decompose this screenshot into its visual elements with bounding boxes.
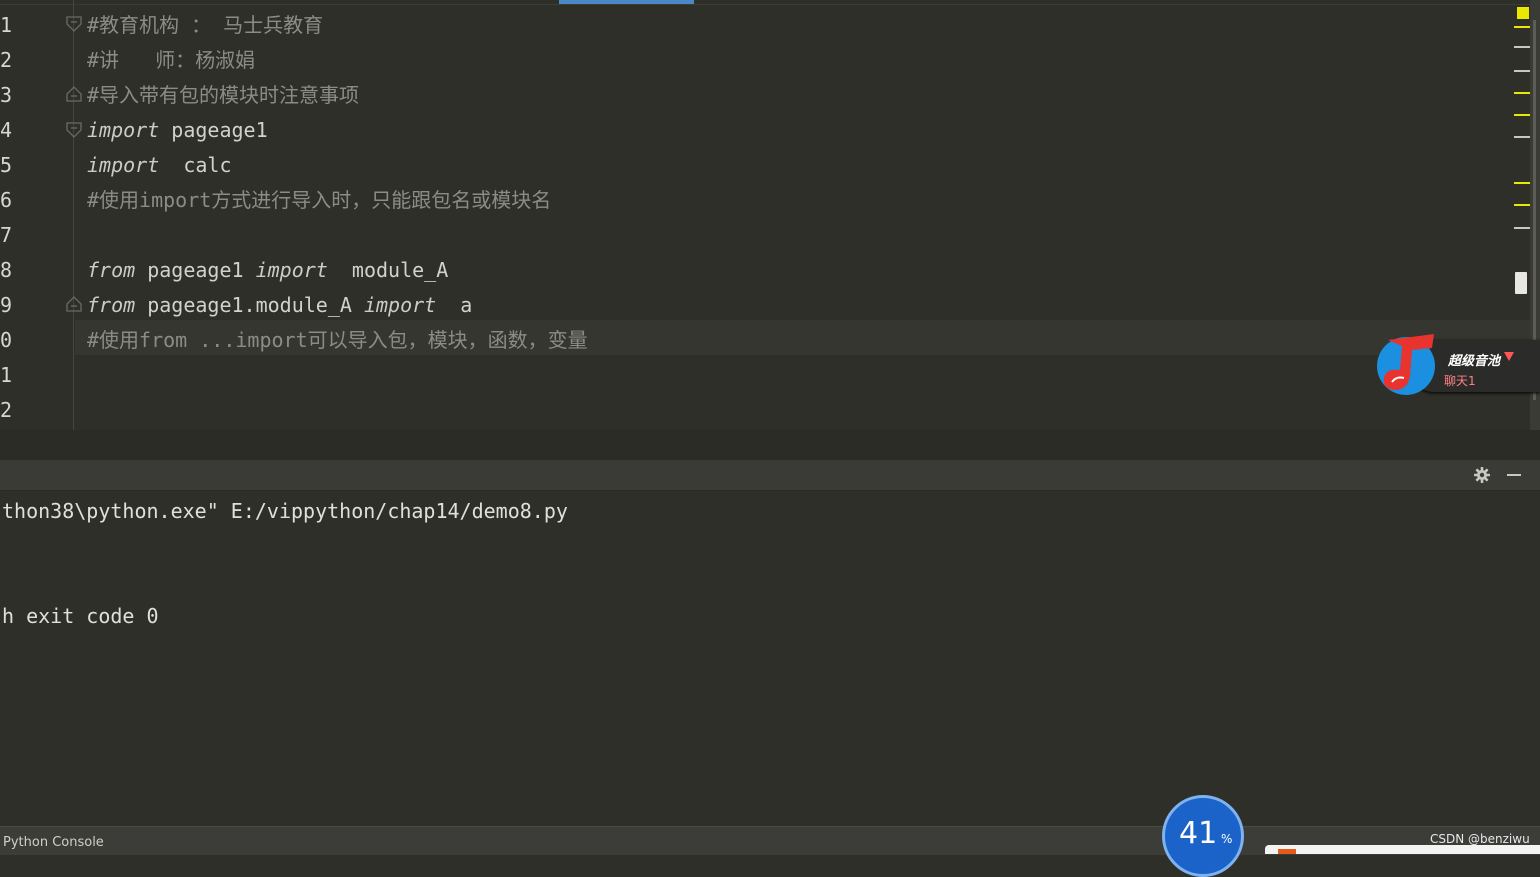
code-line[interactable]: import pageage1 — [87, 113, 268, 148]
error-stripe-mark[interactable] — [1514, 114, 1530, 116]
line-number-gutter[interactable]: 123456789012 — [0, 0, 74, 430]
fold-marker-icon[interactable] — [65, 121, 83, 139]
line-number[interactable]: 1 — [0, 358, 20, 393]
minimize-icon[interactable] — [1505, 466, 1523, 484]
music-widget[interactable]: 超级音池 聊天1 — [1374, 332, 1540, 396]
code-line[interactable]: #导入带有包的模块时注意事项 — [87, 78, 359, 113]
line-number[interactable]: 3 — [0, 78, 20, 113]
error-stripe-mark[interactable] — [1514, 92, 1530, 94]
code-line[interactable]: from pageage1 import module_A — [87, 253, 448, 288]
line-number[interactable]: 6 — [0, 183, 20, 218]
error-stripe-mark[interactable] — [1514, 136, 1530, 138]
percent-badge[interactable]: 41 % — [1162, 795, 1244, 877]
console-header — [0, 460, 1540, 491]
console-line: h exit code 0 — [2, 604, 159, 628]
panel-divider[interactable] — [0, 430, 1540, 460]
code-line[interactable]: #讲 师：杨淑娟 — [87, 43, 255, 78]
percent-sign: % — [1221, 832, 1233, 846]
code-token: from — [87, 258, 136, 282]
gear-icon[interactable] — [1473, 466, 1491, 484]
error-stripe-mark[interactable] — [1514, 70, 1530, 72]
line-number[interactable]: 9 — [0, 288, 20, 323]
error-stripe-mark[interactable] — [1514, 26, 1530, 28]
notification-strip[interactable] — [1265, 845, 1540, 854]
code-line[interactable]: #使用from ...import可以导入包，模块，函数，变量 — [87, 323, 588, 358]
code-token: #使用from ...import可以导入包，模块，函数，变量 — [87, 328, 588, 352]
line-number[interactable]: 0 — [0, 323, 20, 358]
notification-icon — [1278, 849, 1296, 854]
fold-marker-icon[interactable] — [65, 15, 83, 33]
line-number[interactable]: 2 — [0, 393, 20, 428]
music-widget-subtitle: 聊天1 — [1444, 374, 1476, 388]
code-token: import — [87, 118, 160, 142]
line-number[interactable]: 2 — [0, 43, 20, 78]
error-stripe-mark[interactable] — [1514, 182, 1530, 184]
code-token: import — [87, 153, 160, 177]
error-stripe-mark[interactable] — [1514, 227, 1530, 229]
line-number[interactable]: 4 — [0, 113, 20, 148]
code-line[interactable]: from pageage1.module_A import a — [87, 288, 472, 323]
percent-value: 41 — [1179, 816, 1218, 851]
editor-top-border — [0, 4, 1530, 5]
code-token: module_A — [327, 258, 449, 282]
code-token: calc — [159, 153, 232, 177]
code-token: import — [363, 293, 437, 317]
fold-end-marker-icon[interactable] — [65, 295, 83, 313]
code-token: #讲 师：杨淑娟 — [87, 48, 256, 72]
music-note-icon[interactable] — [1374, 332, 1438, 396]
line-number[interactable]: 1 — [0, 8, 20, 43]
code-token: #导入带有包的模块时注意事项 — [87, 83, 360, 107]
line-number[interactable]: 5 — [0, 148, 20, 183]
error-stripe-mark[interactable] — [1514, 204, 1530, 206]
code-token: pageage1.module_A — [135, 293, 364, 317]
code-token: a — [436, 293, 473, 317]
code-token: #教育机构 ： 马士兵教育 — [87, 13, 324, 37]
inspection-status-icon[interactable] — [1517, 7, 1529, 19]
python-console-tab[interactable]: Python Console — [3, 835, 104, 850]
editor-scrollbar-thumb[interactable] — [1515, 272, 1527, 294]
fold-end-marker-icon[interactable] — [65, 85, 83, 103]
code-token: from — [87, 293, 136, 317]
code-token: import — [255, 258, 328, 282]
code-token: pageage1 — [135, 258, 256, 282]
code-line[interactable]: #教育机构 ： 马士兵教育 — [87, 8, 323, 43]
line-number[interactable]: 8 — [0, 253, 20, 288]
code-line[interactable]: #使用import方式进行导入时，只能跟包名或模块名 — [87, 183, 551, 218]
code-editor[interactable]: 123456789012 #教育机构 ： 马士兵教育 #讲 师：杨淑娟 #导入带有包… — [0, 0, 1540, 430]
error-stripe-mark[interactable] — [1514, 46, 1530, 48]
line-number[interactable]: 7 — [0, 218, 20, 253]
console-line: thon38\python.exe" E:/vippython/chap14/d… — [2, 499, 568, 523]
code-line[interactable]: import calc — [87, 148, 232, 183]
chevron-down-icon[interactable] — [1504, 352, 1514, 361]
code-token: pageage1 — [159, 118, 268, 142]
code-token: #使用import方式进行导入时，只能跟包名或模块名 — [87, 188, 552, 212]
console-output[interactable]: thon38\python.exe" E:/vippython/chap14/d… — [0, 491, 1540, 826]
music-widget-title: 超级音池 — [1448, 354, 1501, 369]
watermark-text: CSDN @benziwu — [1430, 832, 1530, 846]
